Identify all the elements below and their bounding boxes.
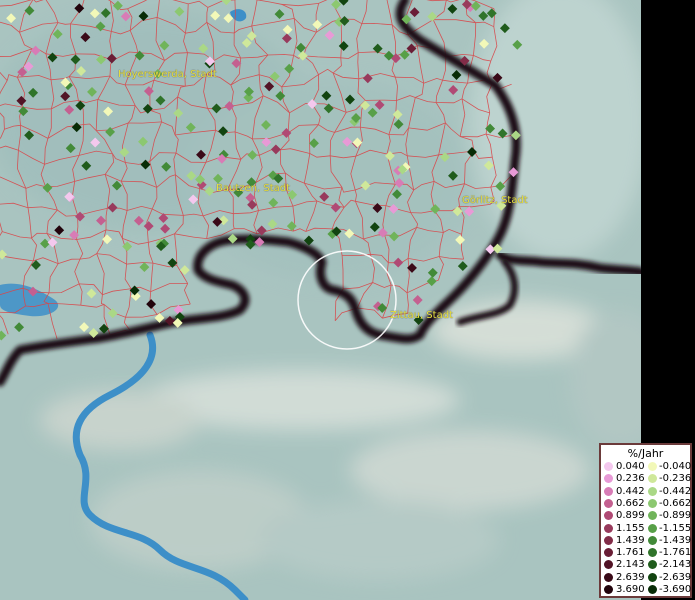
- legend-value-negative: -1.761: [659, 547, 692, 559]
- legend-row: 0.899 -0.899: [601, 510, 692, 522]
- legend-value-positive: 1.155: [616, 522, 645, 534]
- city-label-goerlitz: Görlitz, Stadt: [462, 195, 528, 206]
- legend-value-positive: 1.439: [616, 534, 645, 546]
- legend: %/Jahr 0.040 -0.040 0.236 -0.236 0.442 -0.442…: [599, 443, 692, 598]
- legend-swatch-positive: [604, 523, 613, 533]
- city-label-hoyerswerda: Hoyerswerda, Stadt: [118, 69, 217, 80]
- city-label-bautzen: Bautzen, Stadt: [216, 183, 291, 194]
- legend-value-positive: 0.662: [616, 497, 645, 509]
- legend-row: 3.690 -3.690: [601, 584, 692, 596]
- legend-value-negative: -1.155: [659, 522, 692, 534]
- legend-swatch-negative: [648, 548, 657, 558]
- legend-swatch-negative: [648, 498, 657, 508]
- legend-swatch-positive: [604, 511, 613, 521]
- legend-row: 0.236 -0.236: [601, 473, 692, 485]
- legend-value-negative: -2.143: [659, 559, 692, 571]
- legend-row: 1.155 -1.155: [601, 522, 692, 535]
- legend-value-negative: -0.236: [659, 473, 692, 485]
- legend-swatch-positive: [604, 560, 613, 570]
- legend-value-negative: -1.439: [659, 534, 692, 546]
- legend-value-positive: 0.236: [616, 473, 645, 485]
- legend-swatch-negative: [648, 535, 657, 545]
- legend-value-negative: -3.690: [659, 584, 692, 595]
- legend-swatch-negative: [648, 523, 657, 533]
- legend-value-positive: 2.639: [616, 571, 645, 583]
- legend-value-negative: -0.040: [659, 461, 692, 472]
- legend-swatch-negative: [648, 474, 657, 484]
- legend-row: 2.639 -2.639: [601, 571, 692, 584]
- legend-swatch-negative: [648, 486, 657, 496]
- legend-swatch-negative: [648, 572, 657, 582]
- legend-swatch-positive: [604, 535, 613, 545]
- legend-value-negative: -2.639: [659, 571, 692, 583]
- legend-value-negative: -0.442: [659, 485, 692, 497]
- legend-value-positive: 3.690: [616, 584, 645, 595]
- legend-swatch-positive: [604, 498, 613, 508]
- legend-row: 0.442 -0.442: [601, 485, 692, 498]
- legend-swatch-negative: [648, 511, 657, 521]
- legend-value-positive: 2.143: [616, 559, 645, 571]
- legend-swatch-positive: [604, 474, 613, 484]
- legend-title: %/Jahr: [627, 447, 664, 460]
- legend-row: 0.662 -0.662: [601, 497, 692, 510]
- legend-swatch-negative: [648, 462, 657, 471]
- legend-value-positive: 1.761: [616, 547, 645, 559]
- legend-swatch-positive: [604, 548, 613, 558]
- legend-swatch-negative: [648, 560, 657, 570]
- legend-swatch-positive: [604, 462, 613, 471]
- city-label-zittau: Zittau, Stadt: [390, 310, 453, 321]
- legend-swatch-positive: [604, 486, 613, 496]
- legend-row: 1.761 -1.761: [601, 547, 692, 559]
- legend-row: 2.143 -2.143: [601, 559, 692, 571]
- legend-value-positive: 0.442: [616, 485, 645, 497]
- legend-swatch-positive: [604, 585, 613, 594]
- legend-swatch-negative: [648, 585, 657, 594]
- legend-value-negative: -0.662: [659, 497, 692, 509]
- legend-value-negative: -0.899: [659, 510, 692, 522]
- legend-row: 1.439 -1.439: [601, 534, 692, 547]
- legend-swatch-positive: [604, 572, 613, 582]
- legend-value-positive: 0.899: [616, 510, 645, 522]
- map-canvas[interactable]: [0, 0, 695, 600]
- legend-row: 0.040 -0.040: [601, 461, 692, 473]
- legend-value-positive: 0.040: [616, 461, 645, 472]
